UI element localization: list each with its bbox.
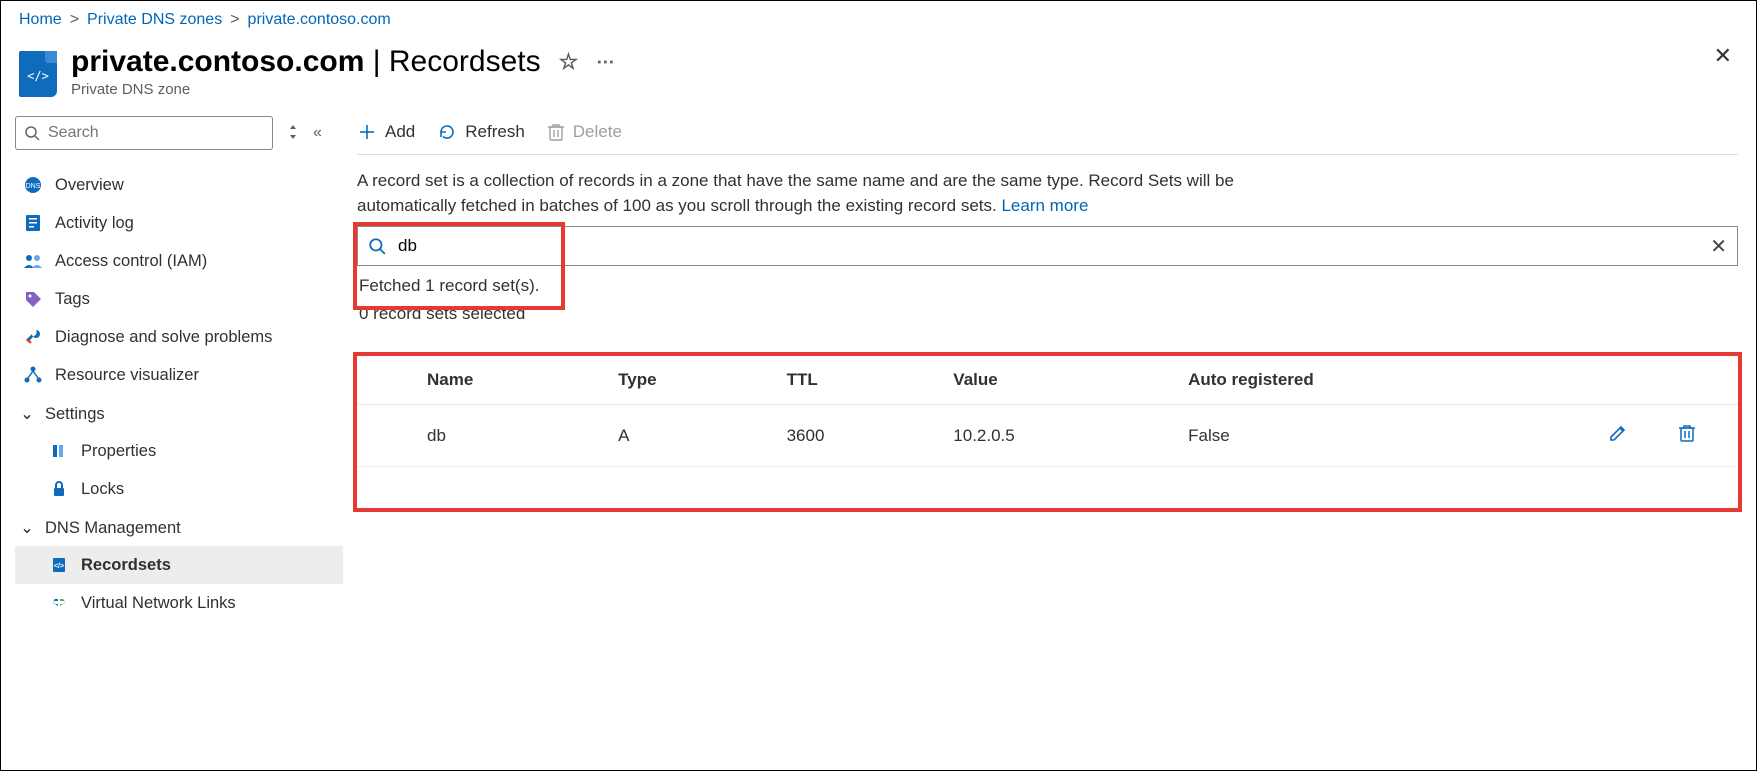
cell-type: A: [608, 405, 776, 467]
recordsets-table: Name Type TTL Value Auto registered db A: [357, 356, 1738, 467]
cell-value: 10.2.0.5: [943, 405, 1178, 467]
chevron-right-icon: >: [70, 11, 79, 29]
table-header-row: Name Type TTL Value Auto registered: [357, 356, 1738, 405]
sidebar-item-resource-visualizer[interactable]: Resource visualizer: [15, 356, 343, 394]
add-button[interactable]: Add: [357, 122, 415, 142]
svg-text:DNS: DNS: [26, 183, 41, 190]
sidebar-search-input[interactable]: [48, 124, 264, 142]
sidebar-item-virtual-network-links[interactable]: Virtual Network Links: [15, 584, 343, 622]
delete-button: Delete: [547, 122, 622, 142]
search-icon: [368, 237, 386, 255]
sidebar-item-overview[interactable]: DNS Overview: [15, 166, 343, 204]
close-blade-button[interactable]: ✕: [1714, 43, 1732, 69]
refresh-icon: [437, 122, 457, 142]
sidebar-item-activity-log[interactable]: Activity log: [15, 204, 343, 242]
people-icon: [23, 251, 43, 271]
records-filter-input[interactable]: [398, 236, 1698, 256]
chevron-right-icon: >: [230, 11, 239, 29]
search-icon: [24, 125, 40, 141]
collapse-sidebar-icon[interactable]: «: [313, 124, 322, 142]
more-menu-icon[interactable]: ⋯: [596, 52, 616, 73]
table-row[interactable]: db A 3600 10.2.0.5 False: [357, 405, 1738, 467]
recordsets-icon: </>: [49, 555, 69, 575]
sidebar: « DNS Overview Activity log Access contr…: [1, 116, 351, 622]
learn-more-link[interactable]: Learn more: [1001, 196, 1088, 215]
pencil-icon: [1608, 423, 1628, 443]
sidebar-item-tags[interactable]: Tags: [15, 280, 343, 318]
link-icon: [49, 593, 69, 613]
breadcrumb-zones[interactable]: Private DNS zones: [87, 11, 222, 29]
sidebar-item-locks[interactable]: Locks: [15, 470, 343, 508]
trash-icon: [547, 122, 565, 142]
sidebar-item-properties[interactable]: Properties: [15, 432, 343, 470]
page-subtitle: Private DNS zone: [71, 81, 616, 98]
breadcrumb: Home > Private DNS zones > private.conto…: [1, 1, 1756, 33]
graph-icon: [23, 365, 43, 385]
title-resource-name: private.contoso.com: [71, 45, 364, 78]
cell-auto: False: [1178, 405, 1598, 467]
title-section: Recordsets: [389, 45, 541, 78]
selected-count-text: 0 record sets selected: [357, 298, 1738, 326]
activity-log-icon: [23, 213, 43, 233]
chevron-down-icon: ⌄: [19, 518, 35, 538]
col-auto-registered[interactable]: Auto registered: [1178, 356, 1598, 405]
col-value[interactable]: Value: [943, 356, 1178, 405]
sidebar-group-settings[interactable]: ⌄ Settings: [15, 394, 343, 432]
properties-icon: [49, 441, 69, 461]
command-bar: Add Refresh Delete: [357, 116, 1738, 155]
tag-icon: [23, 289, 43, 309]
sidebar-search[interactable]: [15, 116, 273, 150]
wrench-icon: [23, 327, 43, 347]
cell-name: db: [417, 405, 608, 467]
col-ttl[interactable]: TTL: [777, 356, 944, 405]
globe-icon: DNS: [23, 175, 43, 195]
plus-icon: [357, 122, 377, 142]
page-title: private.contoso.com | Recordsets ☆ ⋯: [71, 45, 616, 79]
trash-icon: [1678, 423, 1696, 443]
breadcrumb-home[interactable]: Home: [19, 11, 62, 29]
chevron-down-icon: ⌄: [19, 404, 35, 424]
sort-toggle-icon[interactable]: [287, 123, 299, 144]
clear-filter-icon[interactable]: ✕: [1710, 234, 1727, 259]
lock-icon: [49, 479, 69, 499]
sidebar-item-iam[interactable]: Access control (IAM): [15, 242, 343, 280]
sidebar-item-diagnose[interactable]: Diagnose and solve problems: [15, 318, 343, 356]
fetched-count-text: Fetched 1 record set(s).: [357, 266, 1738, 298]
refresh-button[interactable]: Refresh: [437, 122, 525, 142]
sidebar-group-dns-management[interactable]: ⌄ DNS Management: [15, 508, 343, 546]
delete-row-button[interactable]: [1668, 405, 1738, 467]
favorite-star-icon[interactable]: ☆: [559, 49, 579, 75]
breadcrumb-zone[interactable]: private.contoso.com: [248, 11, 391, 29]
col-type[interactable]: Type: [608, 356, 776, 405]
edit-row-button[interactable]: [1598, 405, 1668, 467]
main-content: Add Refresh Delete A record set is a col…: [351, 116, 1756, 622]
col-name[interactable]: Name: [417, 356, 608, 405]
sidebar-item-recordsets[interactable]: </> Recordsets: [15, 546, 343, 584]
cell-ttl: 3600: [777, 405, 944, 467]
description-text: A record set is a collection of records …: [357, 155, 1337, 226]
page-header: </> private.contoso.com | Recordsets ☆ ⋯…: [1, 33, 1756, 116]
dns-zone-icon: </>: [19, 51, 57, 97]
records-filter[interactable]: ✕: [357, 226, 1738, 266]
svg-text:</>: </>: [54, 563, 64, 570]
